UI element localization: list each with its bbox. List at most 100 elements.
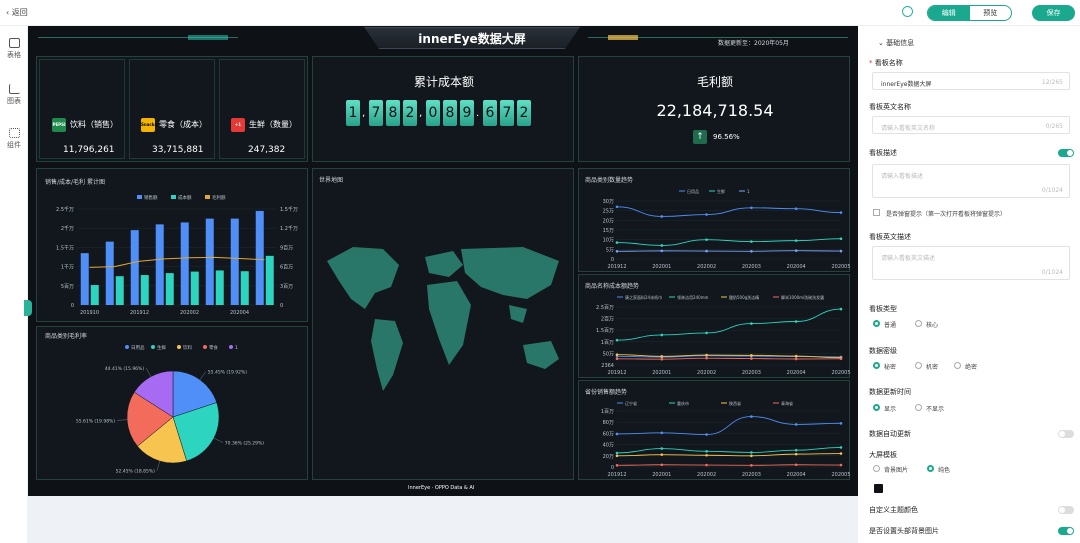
auto-update-toggle[interactable] (1058, 430, 1074, 438)
data-point (660, 431, 664, 435)
y-tick-label-right: 6百万 (280, 265, 293, 271)
board-name-input[interactable]: innerEye数据大屏 12/265 (872, 72, 1070, 90)
en-desc-input[interactable]: 请输入看板英文描述 0/1024 (872, 246, 1070, 280)
secret-radio-2[interactable] (915, 362, 922, 369)
data-point (839, 463, 843, 467)
rail-item-chart[interactable]: 图表 (0, 84, 28, 106)
bar-chart: 0 5百万 1千万 1.5千万 2千万 2.5千万 0 3百万 6百万 9百万 1.2千万 1.5千万… (56, 194, 298, 316)
line-chart-panel-1[interactable]: 商品类别数量趋势 0 5万 10万 15万 20万 25万 30万 201912 202001 2… (578, 168, 851, 272)
template-radio-solid[interactable] (927, 465, 934, 472)
cost-digit: 7 (369, 100, 383, 126)
desc-toggle[interactable] (1058, 149, 1074, 157)
y-tick-label: 1.5百万 (596, 328, 614, 334)
bar (140, 275, 149, 305)
legend-label: 陕西省 (729, 400, 741, 406)
y-tick-label: 0 (611, 465, 614, 471)
board-name-value: innerEye数据大屏 (881, 81, 932, 88)
header-bg-toggle[interactable] (1058, 527, 1074, 535)
edit-button[interactable]: 编辑 (928, 6, 970, 20)
back-button[interactable]: ‹ 返回 (6, 7, 28, 18)
update-radio-show[interactable] (873, 404, 880, 411)
board-name-label: * 看板名称 (869, 59, 903, 67)
pie-chart-panel[interactable]: 商品类别毛利率 日用品 生鲜 饮料 零食 1 55.45% (19.92%) 70.36% … (36, 326, 308, 480)
kpi-value-fresh: 247,382 (248, 145, 286, 155)
legend-swatch (137, 195, 142, 199)
popup-label: 是否弹窗提示（第一次打开看板将弹窗提示） (886, 211, 1007, 218)
theme-icon[interactable] (902, 6, 913, 17)
data-point (794, 423, 798, 426)
y-tick-label: 2百万 (601, 317, 614, 323)
left-toolbar: 表格 图表 组件 (0, 26, 28, 543)
theme-color-label: 自定义主题颜色 (869, 506, 918, 514)
y-tick-label-left: 2.5千万 (56, 206, 74, 213)
dashboard-canvas[interactable]: innerEye数据大屏 数据更新至：2020年05月 PEPSI 饮料（销售）… (28, 26, 858, 496)
bar (240, 271, 249, 305)
cost-digit: 7 (500, 100, 514, 126)
data-point (705, 433, 708, 436)
cost-digit: 6 (483, 100, 497, 126)
gross-profit-panel[interactable]: 毛利额 22,184,718.54 ↑ 96.56% (578, 56, 850, 162)
data-point (839, 357, 843, 361)
section-basic-info[interactable]: ⌄ 基础信息 (878, 38, 914, 48)
data-point (660, 463, 664, 467)
x-tick-label: 201912 (607, 264, 626, 270)
kpi-panel[interactable]: PEPSI 饮料（销售） 11,796,261 Snacks 零食（成本） 33… (36, 56, 308, 162)
resize-handle[interactable] (24, 300, 32, 316)
kpi-value-drinks: 11,796,261 (63, 145, 115, 155)
rail-item-table[interactable]: 表格 (0, 38, 28, 60)
line-chart-1: 0 5万 10万 15万 20万 25万 30万 201912 202001 202002 2020… (603, 188, 851, 270)
color-swatch[interactable] (874, 484, 883, 493)
data-point (839, 237, 843, 240)
theme-color-toggle[interactable] (1058, 506, 1074, 514)
y-tick-label-right: 0 (280, 303, 283, 309)
legend-label: 领林洁用240mm (677, 294, 709, 300)
rail-item-component[interactable]: 组件 (0, 128, 28, 150)
x-tick-label: 202003 (742, 370, 761, 376)
secret-radio-1[interactable] (873, 362, 880, 369)
slice-label: 44.41% (15.96%) (105, 366, 145, 372)
world-map-panel[interactable]: 世界地图 (312, 168, 574, 480)
legend-label: 重庆市 (677, 400, 689, 406)
map-region-north-america (327, 247, 399, 309)
y-tick-label-right: 1.2千万 (280, 225, 298, 232)
en-name-input[interactable]: 请输入看板英文名称 0/265 (872, 116, 1070, 134)
data-point (660, 453, 664, 456)
legend-label: 生鲜 (717, 188, 725, 194)
slice-label: 52.45% (18.85%) (116, 469, 156, 475)
data-point (705, 331, 708, 335)
kpi-value-snacks: 33,715,881 (152, 145, 204, 155)
bar-chart-panel[interactable]: 销售/成本/毛利 累计图 0 5百万 1千万 1.5千万 2千万 2.5千万 0 3百万 6百万… (36, 168, 308, 322)
popup-checkbox[interactable] (873, 209, 880, 216)
data-point (705, 356, 708, 360)
legend-label: 青海省 (781, 400, 793, 406)
template-radio-image[interactable] (873, 465, 880, 472)
save-button[interactable]: 保存 (1032, 5, 1075, 21)
type-radio-core[interactable] (915, 320, 922, 327)
series-line (616, 416, 842, 435)
template-option-label: 背景图片 (884, 467, 909, 474)
char-count: 12/265 (1041, 79, 1063, 86)
legend-swatch (171, 195, 176, 199)
data-point (705, 249, 708, 253)
header-decoration-left (38, 35, 238, 40)
secret-radio-3[interactable] (954, 362, 961, 369)
desc-input[interactable]: 请输入看板描述 0/1024 (872, 164, 1070, 198)
type-radio-normal[interactable] (873, 320, 880, 327)
data-point (660, 333, 664, 337)
line-chart-panel-2[interactable]: 商品名称成本额趋势 2364 50万 1百万 1.5百万 2百万 2.5百万 201912 2… (578, 274, 851, 378)
legend-dot (229, 345, 233, 349)
update-radio-hide[interactable] (915, 404, 922, 411)
bar (155, 224, 164, 305)
legend-label: 1 (235, 345, 238, 351)
x-tick-label: 202002 (180, 310, 199, 316)
line-chart-panel-3[interactable]: 省份销售额趋势 0 20万 40万 60万 80万 1百万 201912 202001 2020… (578, 380, 851, 480)
en-desc-placeholder: 请输入看板英文描述 (881, 255, 936, 262)
template-label: 大屏模板 (869, 451, 897, 459)
legend-label: 酸奶500g洗洁精 (729, 294, 759, 300)
x-tick-label: 201910 (80, 310, 99, 316)
data-point (615, 205, 619, 209)
slice-leader (199, 371, 206, 380)
preview-button[interactable]: 预览 (970, 6, 1012, 20)
slice-leader (156, 461, 160, 471)
data-point (750, 451, 753, 454)
